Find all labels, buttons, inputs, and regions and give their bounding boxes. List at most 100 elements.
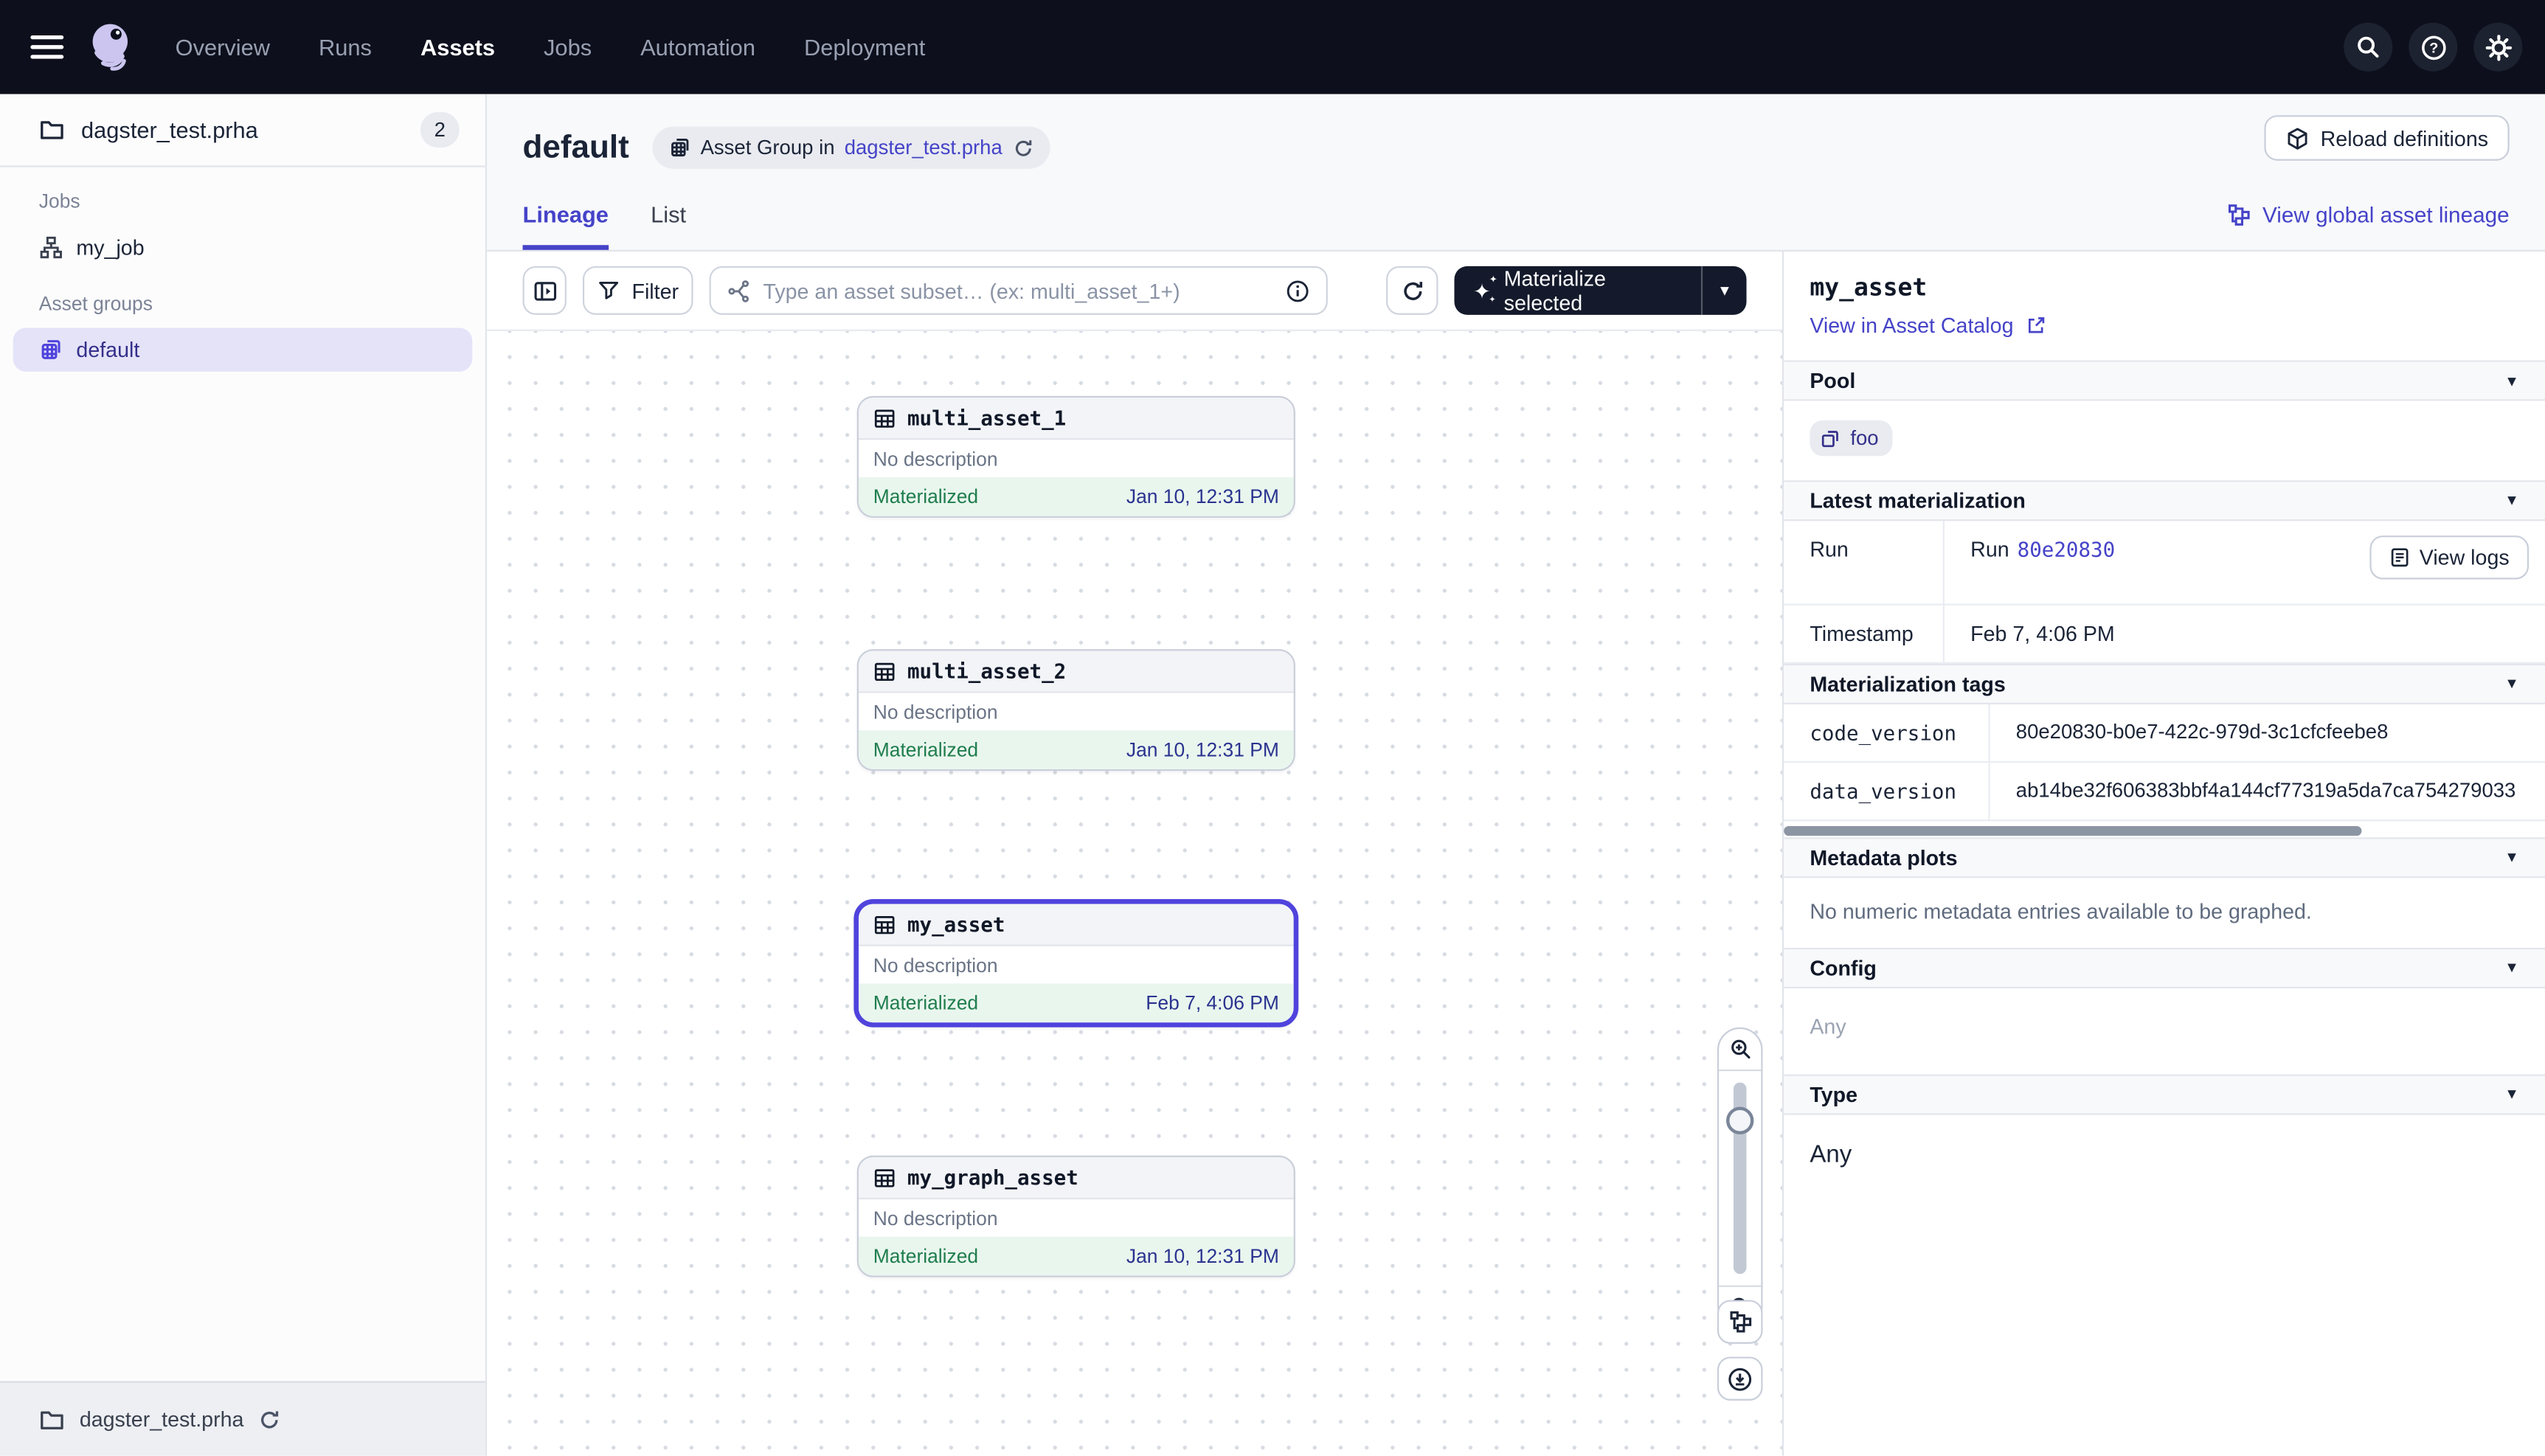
section-type[interactable]: Type ▼ [1784, 1073, 2545, 1114]
refresh-graph-button[interactable] [1387, 266, 1438, 315]
timestamp-value: Feb 7, 4:06 PM [1945, 605, 2545, 662]
asset-node-description: No description [859, 946, 1294, 984]
asset-groups-section: Asset groups default [0, 269, 485, 372]
section-materialization-tags[interactable]: Materialization tags ▼ [1784, 663, 2545, 704]
chevron-down-icon: ▼ [2504, 959, 2519, 975]
main-header: default Asset Group in dagster_test.prha [487, 94, 2545, 252]
refresh-icon[interactable] [1012, 137, 1033, 159]
nav-item-assets[interactable]: Assets [420, 34, 495, 60]
download-image-icon[interactable] [1717, 1356, 1763, 1400]
chevron-down-icon: ▼ [2504, 372, 2519, 389]
tab-lineage-label: Lineage [522, 201, 608, 227]
code-version-value: 80e20830-b0e7-422c-979d-3c1cfcfeebe8 [1990, 704, 2545, 760]
reload-definitions-button[interactable]: Reload definitions [2264, 115, 2510, 161]
asset-detail-panel: my_asset View in Asset Catalog Pool ▼ [1782, 252, 2545, 1456]
view-global-asset-lineage-link[interactable]: View global asset lineage [2227, 202, 2510, 226]
nav-item-overview[interactable]: Overview [176, 34, 270, 60]
chevron-down-icon: ▼ [2504, 492, 2519, 508]
horizontal-scrollbar[interactable] [1784, 824, 2545, 837]
nav-item-runs[interactable]: Runs [319, 34, 372, 60]
asset-node-timestamp[interactable]: Feb 7, 4:06 PM [1146, 991, 1279, 1014]
tab-list-label: List [651, 201, 686, 227]
zoom-slider-knob[interactable] [1726, 1107, 1753, 1134]
rebuild-layout-icon[interactable] [1717, 1300, 1763, 1343]
asset-node-description: No description [859, 1199, 1294, 1237]
lineage-icon [2227, 202, 2251, 226]
asset-node-name: multi_asset_1 [907, 406, 1066, 430]
zoom-slider[interactable] [1719, 1071, 1761, 1285]
zoom-in-icon[interactable] [1719, 1029, 1761, 1071]
search-icon[interactable] [2344, 23, 2392, 72]
nav-items: Overview Runs Assets Jobs Automation Dep… [176, 34, 926, 60]
data-version-row: data_version ab14be32f606383bbf4a144cf77… [1784, 762, 2545, 820]
section-pool-label: Pool [1810, 368, 1855, 392]
view-logs-label: View logs [2420, 544, 2510, 569]
refresh-icon[interactable] [258, 1408, 281, 1431]
reload-definitions-label: Reload definitions [2321, 126, 2488, 150]
asset-node-multi-asset-2[interactable]: multi_asset_2 No description Materialize… [857, 649, 1295, 771]
zoom-control [1717, 1027, 1763, 1329]
app: Overview Runs Assets Jobs Automation Dep… [0, 0, 2545, 1456]
info-icon[interactable] [1287, 278, 1311, 302]
materialize-selected-button[interactable]: ✦✦✦ Materialize selected [1454, 266, 1701, 315]
menu-icon[interactable] [23, 23, 72, 72]
asset-subset-search [710, 266, 1329, 315]
view-logs-button[interactable]: View logs [2369, 535, 2530, 578]
logs-icon [2389, 546, 2410, 567]
asset-node-timestamp[interactable]: Jan 10, 12:31 PM [1126, 485, 1279, 508]
workspace-row[interactable]: dagster_test.prha 2 [0, 94, 485, 166]
filter-label: Filter [631, 278, 679, 302]
asset-table-icon [873, 913, 896, 936]
asset-node-name: multi_asset_2 [907, 659, 1066, 683]
dagster-logo-icon[interactable] [84, 19, 139, 74]
section-latest-materialization[interactable]: Latest materialization ▼ [1784, 479, 2545, 520]
asset-node-timestamp[interactable]: Jan 10, 12:31 PM [1126, 1245, 1279, 1268]
section-config[interactable]: Config ▼ [1784, 947, 2545, 988]
asset-node-timestamp[interactable]: Jan 10, 12:31 PM [1126, 738, 1279, 761]
type-value: Any [1784, 1114, 2545, 1201]
asset-node-my-asset[interactable]: my_asset No description Materialized Feb… [853, 899, 1298, 1027]
lineage-canvas[interactable]: multi_asset_1 No description Materialize… [487, 331, 1782, 1456]
horizontal-scrollbar-thumb[interactable] [1784, 825, 2362, 835]
timestamp-row-label: Timestamp [1784, 605, 1945, 662]
workspace-count-badge: 2 [420, 112, 460, 148]
lineage-toolbar: Filter [487, 252, 1782, 331]
asset-node-my-graph-asset[interactable]: my_graph_asset No description Materializ… [857, 1156, 1295, 1278]
help-icon[interactable]: ? [2409, 23, 2457, 72]
sidebar-item-default-group[interactable]: default [13, 327, 473, 371]
section-metadata-plots-label: Metadata plots [1810, 845, 1957, 869]
nav-item-deployment[interactable]: Deployment [804, 34, 925, 60]
toggle-sidebar-panel-button[interactable] [522, 266, 567, 315]
section-metadata-plots[interactable]: Metadata plots ▼ [1784, 836, 2545, 877]
asset-subset-input[interactable] [763, 278, 1275, 302]
asset-groups-section-label: Asset groups [13, 292, 473, 315]
external-link-icon [2025, 315, 2046, 336]
tab-list[interactable]: List [651, 178, 686, 250]
top-nav: Overview Runs Assets Jobs Automation Dep… [0, 0, 2545, 94]
jobs-section: Jobs my_job [0, 167, 485, 270]
nav-item-automation[interactable]: Automation [640, 34, 755, 60]
asset-node-status: Materialized [873, 738, 978, 761]
tabs-row: Lineage List View global asset lineage [487, 178, 2545, 252]
sidebar-item-my-job[interactable]: my_job [13, 226, 473, 269]
section-pool[interactable]: Pool ▼ [1784, 360, 2545, 401]
asset-group-badge-link[interactable]: dagster_test.prha [845, 136, 1003, 159]
asset-group-icon [39, 338, 63, 362]
folder-icon [39, 117, 65, 142]
asset-node-multi-asset-1[interactable]: multi_asset_1 No description Materialize… [857, 396, 1295, 518]
code-location-icon [2285, 126, 2309, 150]
view-in-asset-catalog-link[interactable]: View in Asset Catalog [1810, 313, 2519, 338]
run-row-label: Run [1784, 520, 1945, 603]
materialize-dropdown-caret[interactable]: ▼ [1701, 266, 1746, 315]
nav-item-jobs[interactable]: Jobs [544, 34, 592, 60]
tab-lineage[interactable]: Lineage [522, 178, 608, 250]
config-value: Any [1784, 988, 2545, 1074]
asset-node-status: Materialized [873, 991, 978, 1014]
run-id-link[interactable]: 80e20830 [2018, 536, 2115, 561]
sparkle-icon: ✦✦✦ [1473, 280, 1491, 302]
filter-button[interactable]: Filter [583, 266, 693, 315]
asset-detail-title: my_asset [1810, 273, 2519, 302]
settings-gear-icon[interactable] [2473, 23, 2522, 72]
section-type-label: Type [1810, 1081, 1857, 1106]
pool-tag[interactable]: foo [1810, 420, 1893, 456]
